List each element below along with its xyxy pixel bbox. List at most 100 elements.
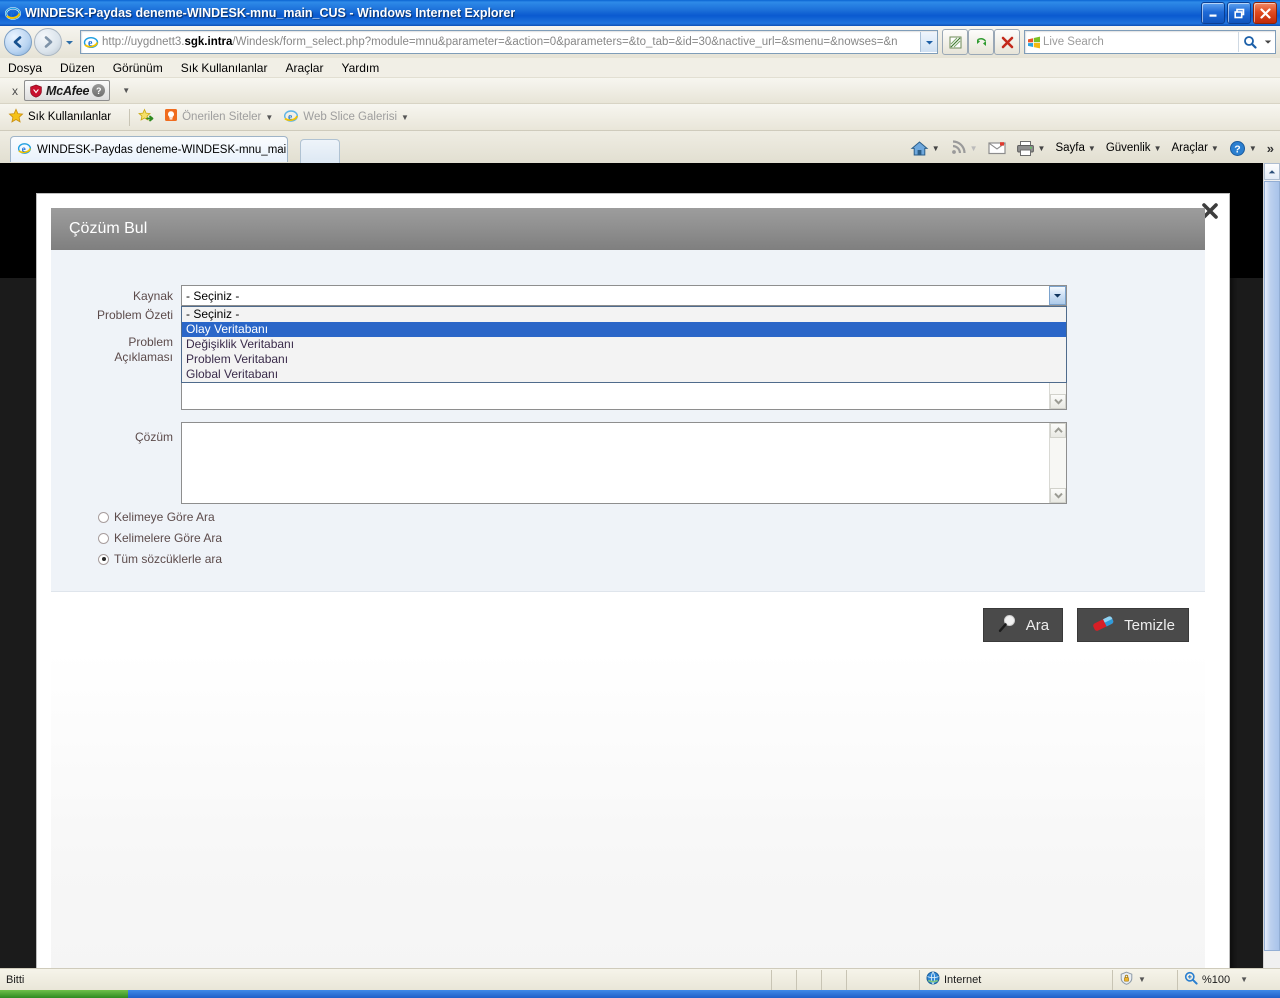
home-button[interactable]: ▼ [906, 137, 944, 159]
chevron-down-icon: ▼ [969, 143, 978, 153]
chevron-down-icon[interactable]: ▼ [932, 144, 940, 153]
search-mode-option-2[interactable]: Kelimelere Göre Ara [98, 531, 222, 545]
page-scrollbar[interactable] [1263, 163, 1280, 968]
minimize-button[interactable] [1201, 2, 1225, 24]
search-actions [1238, 32, 1275, 52]
kaynak-option-3[interactable]: Problem Veritabanı [182, 352, 1066, 367]
tab-bar: e WINDESK-Paydas deneme-WINDESK-mnu_main… [0, 131, 1280, 164]
dialog-actions: Ara Temizle [982, 608, 1189, 642]
mcafee-shield-icon [29, 84, 43, 98]
cozum-scrollbar[interactable] [1049, 423, 1066, 503]
scroll-down-button[interactable] [1050, 488, 1066, 503]
chevron-down-icon[interactable]: ▼ [1240, 975, 1248, 984]
svg-text:e: e [10, 9, 15, 20]
help-menu-button[interactable]: ? ▼ [1225, 137, 1261, 159]
clear-button[interactable]: Temizle [1077, 608, 1189, 642]
menu-item-sik-kullanilanlar[interactable]: Sık Kullanılanlar [181, 61, 268, 75]
mail-button[interactable] [984, 137, 1010, 159]
safety-menu-button[interactable]: Güvenlik ▼ [1102, 137, 1166, 159]
search-mode-label-3: Tüm sözcüklerle ara [114, 552, 223, 566]
radio-kelimelere-gore-ara[interactable] [98, 532, 109, 544]
search-placeholder: Live Search [1043, 36, 1104, 48]
search-mode-option-1[interactable]: Kelimeye Göre Ara [98, 510, 215, 524]
menu-item-araclar[interactable]: Araçlar [285, 61, 323, 75]
start-button[interactable] [0, 990, 128, 998]
search-mode-label-1: Kelimeye Göre Ara [114, 510, 215, 524]
menu-item-dosya[interactable]: Dosya [8, 61, 42, 75]
search-button-label: Ara [1025, 616, 1050, 634]
address-input[interactable]: e http://uygdnett3.sgk.intra/Windesk/for… [80, 30, 938, 54]
kaynak-select[interactable]: - Seçiniz - [181, 285, 1067, 306]
menu-item-gorunum[interactable]: Görünüm [113, 61, 163, 75]
search-input[interactable]: Live Search [1024, 30, 1276, 54]
chevron-down-icon[interactable]: ▼ [1249, 144, 1257, 153]
zoom-control[interactable]: %100 ▼ [1177, 969, 1280, 990]
svg-text:?: ? [1234, 143, 1240, 155]
chevron-down-icon[interactable]: ▼ [1038, 144, 1046, 153]
search-dropdown-icon[interactable] [1261, 38, 1275, 46]
tools-menu-button[interactable]: Araçlar ▼ [1167, 137, 1222, 159]
search-button[interactable]: Ara [982, 608, 1064, 642]
favorites-label: Sık Kullanılanlar [28, 111, 112, 123]
scrollbar-thumb[interactable] [1264, 181, 1280, 951]
status-cell-2 [796, 969, 821, 990]
address-dropdown-button[interactable] [920, 32, 937, 52]
command-bar-overflow-button[interactable]: » [1267, 141, 1274, 156]
stop-button[interactable] [994, 29, 1020, 55]
feeds-button[interactable]: ▼ [946, 137, 982, 159]
url-domain: sgk.intra [184, 36, 233, 48]
mcafee-close-button[interactable]: x [6, 84, 24, 98]
favorites-separator [129, 108, 131, 126]
mcafee-dropdown-icon[interactable]: ▼ [122, 86, 130, 95]
mcafee-help-icon[interactable]: ? [92, 84, 106, 97]
kaynak-option-2[interactable]: Değişiklik Veritabanı [182, 337, 1066, 352]
kaynak-dropdown-arrow[interactable] [1049, 286, 1066, 305]
cozum-input[interactable] [182, 423, 1049, 503]
print-button[interactable]: ▼ [1012, 137, 1050, 159]
menu-item-yardim[interactable]: Yardım [341, 61, 379, 75]
radio-kelimeye-gore-ara[interactable] [98, 511, 109, 523]
search-go-icon[interactable] [1239, 35, 1261, 49]
radio-tum-sozcuklerle-ara[interactable] [98, 553, 109, 565]
cozum-field[interactable] [181, 422, 1067, 504]
search-mode-option-3[interactable]: Tüm sözcüklerle ara [98, 552, 222, 566]
suggested-sites-button[interactable]: Önerilen Siteler ▼ [164, 108, 273, 127]
kaynak-option-0[interactable]: - Seçiniz - [182, 307, 1066, 322]
scroll-up-button[interactable] [1050, 423, 1066, 438]
restore-button[interactable] [1227, 2, 1251, 24]
window-controls [1201, 2, 1277, 24]
refresh-button[interactable] [968, 29, 994, 55]
eraser-icon [1091, 614, 1116, 637]
dialog-body: Ara Temizle [51, 592, 1205, 968]
protected-mode-indicator[interactable]: ▼ [1112, 969, 1177, 990]
window-title: WINDESK-Paydas deneme-WINDESK-mnu_main_C… [25, 6, 516, 20]
history-dropdown-button[interactable] [62, 29, 76, 55]
forward-button[interactable] [34, 28, 62, 56]
scroll-down-button[interactable] [1050, 394, 1066, 409]
web-slice-label: Web Slice Galerisi [303, 111, 398, 123]
mcafee-badge[interactable]: McAfee ? [24, 80, 111, 101]
chevron-down-icon[interactable]: ▼ [265, 113, 273, 122]
chevron-down-icon[interactable]: ▼ [1211, 144, 1219, 153]
kaynak-option-list[interactable]: - Seçiniz - Olay Veritabanı Değişiklik V… [181, 306, 1067, 383]
menu-item-duzen[interactable]: Düzen [60, 61, 95, 75]
favorites-button[interactable]: Sık Kullanılanlar [8, 107, 112, 127]
close-button[interactable] [1253, 2, 1277, 24]
compatibility-view-button[interactable] [942, 29, 968, 55]
add-to-favorites-bar-button[interactable] [138, 108, 154, 127]
chevron-down-icon[interactable]: ▼ [1138, 975, 1146, 984]
back-button[interactable] [4, 28, 32, 56]
kaynak-option-4[interactable]: Global Veritabanı [182, 367, 1066, 382]
security-zone[interactable]: Internet [919, 969, 1112, 990]
scroll-up-button[interactable] [1264, 163, 1280, 180]
chevron-down-icon[interactable]: ▼ [1154, 144, 1162, 153]
status-text: Bitti [6, 973, 25, 986]
kaynak-option-1[interactable]: Olay Veritabanı [182, 322, 1066, 337]
browser-tab-active[interactable]: e WINDESK-Paydas deneme-WINDESK-mnu_main… [10, 136, 288, 162]
chevron-down-icon[interactable]: ▼ [1088, 144, 1096, 153]
chevron-down-icon[interactable]: ▼ [401, 113, 409, 122]
page-menu-button[interactable]: Sayfa ▼ [1051, 137, 1099, 159]
new-tab-button[interactable] [300, 139, 340, 163]
web-slice-gallery-button[interactable]: e Web Slice Galerisi ▼ [283, 108, 409, 127]
status-bar: Bitti Internet ▼ %100 ▼ [0, 968, 1280, 990]
